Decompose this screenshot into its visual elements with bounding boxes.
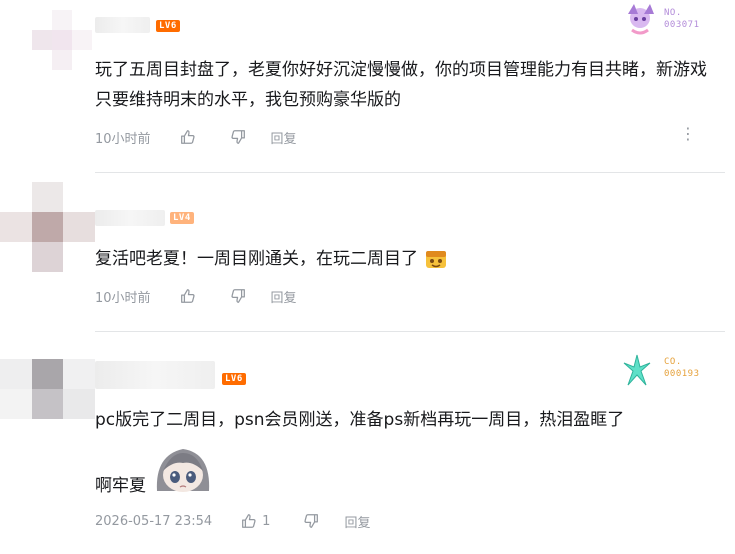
username[interactable] xyxy=(95,361,215,389)
comment-text-body: 啊牢夏 xyxy=(95,476,146,496)
reply-button[interactable]: 回复 xyxy=(344,512,370,531)
thumb-up-icon xyxy=(180,289,195,303)
fan-badge[interactable]: CO. 000193 xyxy=(620,353,720,391)
like-button[interactable] xyxy=(179,287,197,305)
thumb-down-icon xyxy=(230,289,245,303)
fan-badge-label: CO. xyxy=(664,357,682,367)
fan-badge-icon xyxy=(628,4,654,35)
timestamp: 2026-05-17 23:54 xyxy=(95,513,213,529)
thumb-down-icon xyxy=(230,130,245,144)
thumb-up-icon xyxy=(242,514,256,528)
comment-2: LV4 复活吧老夏！一周目刚通关，在玩二周目了 10小时前 回复 xyxy=(0,172,735,332)
comment-text: pc版完了二周目，psn会员刚送，准备ps新档再玩一周目，热泪盈眶了 xyxy=(95,410,625,430)
fan-badge-icon xyxy=(623,354,651,386)
dislike-button[interactable] xyxy=(229,287,247,305)
fan-badge-label: NO. xyxy=(664,8,682,18)
more-icon[interactable]: ⋮ xyxy=(680,126,696,142)
comment-text: 玩了五周目封盘了，老夏你好好沉淀慢慢做，你的项目管理能力有目共睹，新游戏只要维持… xyxy=(95,60,707,110)
comment-text: 复活吧老夏！一周目刚通关，在玩二周目了 xyxy=(95,244,715,274)
timestamp: 10小时前 xyxy=(95,131,151,147)
dislike-button[interactable] xyxy=(229,128,247,146)
username[interactable] xyxy=(95,17,150,33)
thumb-down-icon xyxy=(304,514,319,528)
comment-actions: 2026-05-17 23:54 1 回复 xyxy=(95,511,370,531)
like-button[interactable] xyxy=(179,128,197,146)
reply-button[interactable]: 回复 xyxy=(271,287,297,306)
dislike-button[interactable] xyxy=(302,512,320,530)
avatar[interactable] xyxy=(32,10,92,70)
emoji-icon xyxy=(426,251,447,268)
avatar[interactable] xyxy=(0,182,95,272)
level-badge: LV6 xyxy=(156,20,180,32)
fan-badge[interactable]: NO. 003071 xyxy=(620,2,720,40)
fan-badge-number: 000193 xyxy=(664,369,700,379)
level-badge: LV6 xyxy=(222,373,246,385)
comment-3: LV6 CO. 000193 pc版完了二周目，psn会员刚送，准备ps新档再玩… xyxy=(0,331,735,554)
level-badge: LV4 xyxy=(170,212,194,224)
comment-text-body: 复活吧老夏！一周目刚通关，在玩二周目了 xyxy=(95,249,418,269)
avatar[interactable] xyxy=(0,359,95,419)
fan-badge-number: 003071 xyxy=(664,20,700,30)
like-count: 1 xyxy=(262,513,271,529)
like-button[interactable]: 1 xyxy=(240,512,270,530)
sticker-image xyxy=(151,441,215,499)
timestamp: 10小时前 xyxy=(95,290,151,306)
comment-text-line2: 啊牢夏 xyxy=(95,441,715,501)
reply-button[interactable]: 回复 xyxy=(271,128,297,147)
username[interactable] xyxy=(95,210,165,226)
thumb-up-icon xyxy=(180,130,195,144)
comment-actions: 10小时前 回复 xyxy=(95,127,297,147)
comment-1: LV6 NO. 003071 玩了五周目封盘了，老夏你好好沉淀慢慢做，你的项目管… xyxy=(0,0,735,170)
comment-actions: 10小时前 回复 xyxy=(95,286,297,306)
